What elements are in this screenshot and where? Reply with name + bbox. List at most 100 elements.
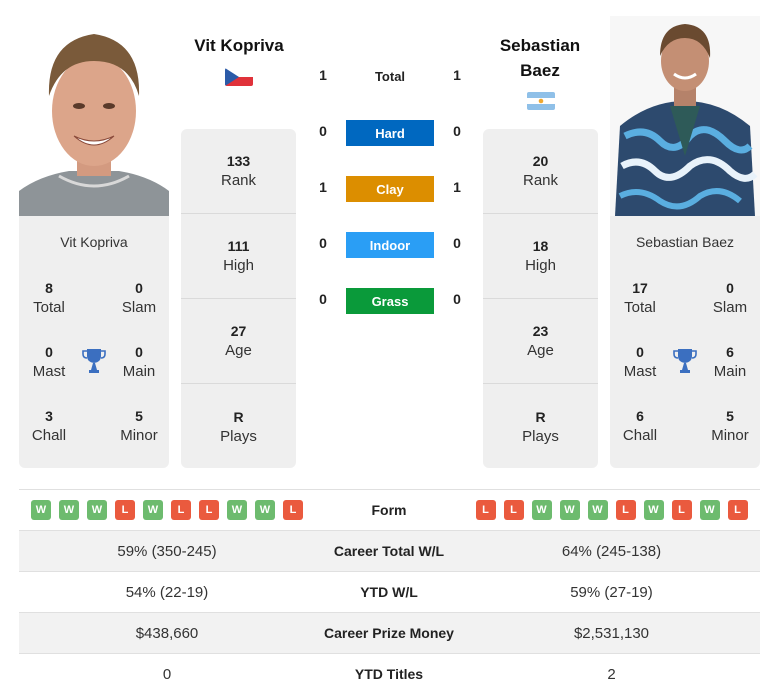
stat-high: 18 High (483, 214, 598, 299)
row-label: YTD Titles (354, 666, 424, 682)
row-left-value: 59% (350-245) (117, 542, 217, 560)
row-label: Career Total W/L (333, 543, 445, 559)
form-badge-win[interactable]: W (643, 500, 664, 520)
surface-hard-badge[interactable]: Hard (346, 120, 434, 146)
titles-card-right: Sebastian Baez 17 Total 0 Slam 0 Mast 6 Main… (610, 216, 760, 468)
titles-label: Slam (121, 299, 157, 316)
form-badge-loss[interactable]: L (503, 500, 524, 520)
titles-total: 17 Total (610, 278, 670, 318)
titles-label: Slam (712, 299, 748, 316)
titles-value: 6 (726, 344, 734, 360)
titles-label: Total (33, 299, 65, 316)
surface-indoor-badge[interactable]: Indoor (346, 232, 434, 258)
titles-main: 0 Main (109, 342, 169, 382)
row-left-value: $438,660 (135, 624, 199, 642)
player-name-left[interactable]: Vit Kopriva (180, 33, 298, 58)
row-right-value: $2,531,130 (573, 624, 650, 642)
titles-label: Chall (31, 427, 67, 444)
stat-value: R (535, 408, 546, 425)
titles-card-left: Vit Kopriva 8 Total 0 Slam 0 Mast 0 Main 3 Ch… (19, 216, 169, 468)
form-left: WWWLWLLWWL (19, 500, 315, 520)
h2h-grass-left: 0 (319, 291, 327, 307)
stat-plays: R Plays (181, 384, 296, 469)
form-badge-loss[interactable]: L (671, 500, 692, 520)
comparison-table: WWWLWLLWWL Form LLWWWLWLWL 59% (350-245)… (19, 489, 760, 694)
czech-flag-icon (225, 68, 253, 86)
surface-grass-badge[interactable]: Grass (346, 288, 434, 314)
form-badge-win[interactable]: W (559, 500, 580, 520)
titles-value: 8 (45, 280, 53, 296)
form-badge-loss[interactable]: L (283, 500, 303, 520)
stat-label: Age (527, 342, 554, 359)
form-badge-win[interactable]: W (31, 500, 51, 520)
titles-label: Chall (622, 427, 658, 444)
form-badge-win[interactable]: W (87, 500, 107, 520)
titles-label: Mast (32, 363, 66, 380)
table-row: 0 YTD Titles 2 (19, 653, 760, 694)
form-badge-loss[interactable]: L (615, 500, 636, 520)
stat-plays: R Plays (483, 384, 598, 469)
titles-main: 6 Main (700, 342, 760, 382)
h2h-indoor-left: 0 (319, 235, 327, 251)
titles-player-name: Vit Kopriva (60, 234, 128, 250)
form-badge-loss[interactable]: L (727, 500, 748, 520)
stat-age: 23 Age (483, 299, 598, 384)
form-badge-win[interactable]: W (59, 500, 79, 520)
form-badge-win[interactable]: W (587, 500, 608, 520)
stat-value: 20 (532, 153, 549, 169)
titles-mast: 0 Mast (19, 342, 79, 382)
form-badge-win[interactable]: W (531, 500, 552, 520)
titles-slam: 0 Slam (109, 278, 169, 318)
form-right: LLWWWLWLWL (463, 500, 760, 520)
form-badge-win[interactable]: W (699, 500, 720, 520)
titles-chall: 6 Chall (610, 406, 670, 446)
titles-chall: 3 Chall (19, 406, 79, 446)
form-badge-loss[interactable]: L (115, 500, 135, 520)
form-badge-win[interactable]: W (255, 500, 275, 520)
stat-label: Rank (522, 172, 559, 189)
titles-minor: 5 Minor (700, 406, 760, 446)
table-row: 54% (22-19) YTD W/L 59% (27-19) (19, 571, 760, 612)
titles-label: Total (624, 299, 656, 316)
titles-label: Main (122, 363, 156, 380)
surface-clay-badge[interactable]: Clay (346, 176, 434, 202)
stat-rank: 20 Rank (483, 129, 598, 214)
stat-rank: 133 Rank (181, 129, 296, 214)
form-badge-loss[interactable]: L (199, 500, 219, 520)
form-badge-loss[interactable]: L (475, 500, 496, 520)
stat-age: 27 Age (181, 299, 296, 384)
table-row: $438,660 Career Prize Money $2,531,130 (19, 612, 760, 653)
h2h-hard-left: 0 (319, 123, 327, 139)
stat-label: Age (225, 342, 252, 359)
player-stats-right: 20 Rank 18 High 23 Age R Plays (483, 129, 598, 468)
stat-value: R (233, 408, 244, 425)
row-left-value: 54% (22-19) (125, 583, 209, 601)
form-label: Form (371, 502, 407, 518)
form-row: WWWLWLLWWL Form LLWWWLWLWL (19, 489, 760, 530)
row-right-value: 64% (245-138) (561, 542, 662, 560)
stat-high: 111 High (181, 214, 296, 299)
form-badge-win[interactable]: W (143, 500, 163, 520)
titles-mast: 0 Mast (610, 342, 670, 382)
stat-value: 27 (230, 323, 247, 339)
titles-value: 0 (45, 344, 53, 360)
titles-minor: 5 Minor (109, 406, 169, 446)
trophy-icon (673, 349, 697, 373)
titles-value: 5 (135, 408, 143, 424)
titles-value: 0 (135, 344, 143, 360)
h2h-indoor-right: 0 (453, 235, 461, 251)
form-badges-left: WWWLWLLWWL (19, 500, 315, 520)
row-label: Career Prize Money (324, 625, 454, 641)
titles-value: 5 (726, 408, 734, 424)
titles-value: 0 (636, 344, 644, 360)
argentina-flag-icon (527, 92, 555, 110)
stat-label: High (525, 257, 556, 274)
stat-label: Plays (220, 427, 257, 445)
form-badge-loss[interactable]: L (171, 500, 191, 520)
h2h-hard-right: 0 (453, 123, 461, 139)
row-right-value: 59% (27-19) (570, 583, 653, 601)
titles-label: Minor (711, 427, 749, 444)
form-badge-win[interactable]: W (227, 500, 247, 520)
player-name-right[interactable]: Sebastian Baez (480, 33, 600, 83)
titles-player-name: Sebastian Baez (635, 234, 735, 250)
